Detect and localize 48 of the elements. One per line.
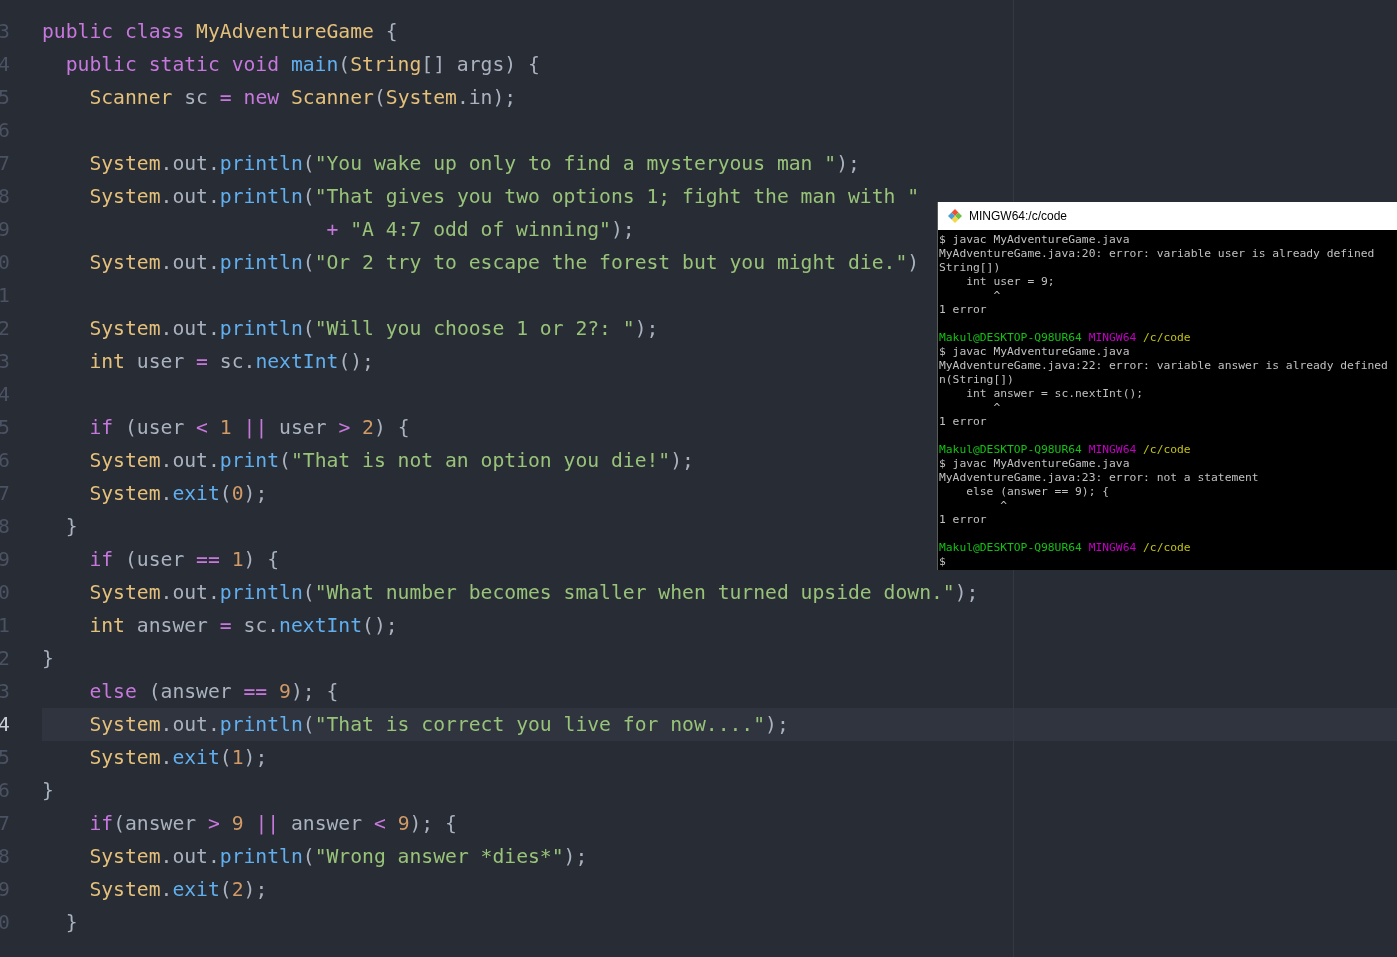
code-line: }	[64, 910, 78, 936]
terminal-line: ^	[992, 289, 1002, 303]
code-line: System.exit(2);	[88, 877, 268, 903]
code-line: System.out.println("What number becomes smaller when turned upside down.");	[88, 580, 979, 606]
terminal-line: 1 error	[939, 415, 988, 429]
code-line: if (user == 1) {	[88, 547, 280, 573]
code-line: System.out.println("Wrong answer *dies*");	[88, 844, 588, 870]
code-line: System.out.print("That is not an option you die!");	[88, 448, 694, 474]
code-line: System.out.println("Or 2 try to escape the forest but you might die.")	[88, 250, 920, 276]
terminal-line: else (answer == 9); {	[965, 485, 1111, 499]
code-line: System.out.println("That gives you two options 1; fight the man with "	[88, 184, 920, 210]
code-line: }	[42, 646, 54, 672]
terminal-line: $	[939, 555, 947, 569]
code-line: System.out.println("Will you choose 1 or 2?: ");	[88, 316, 659, 342]
terminal-prompt: Makul@DESKTOP-Q98UR64 MINGW64 /c/code	[939, 331, 1192, 345]
code-line: Scanner sc = new Scanner(System.in);	[88, 85, 517, 111]
code-line: + "A 4:7 odd of winning");	[325, 217, 635, 243]
code-line: int user = sc.nextInt();	[88, 349, 374, 375]
diamond-logo-icon	[947, 208, 963, 224]
window-title: MINGW64:/c/code	[969, 209, 1068, 223]
code-line: }	[42, 778, 54, 804]
terminal-line: MyAdventureGame.java:20: error: variable user is already defined	[939, 247, 1376, 261]
terminal-line: int user = 9;	[965, 275, 1056, 289]
code-line: }	[64, 514, 78, 540]
terminal-line: MyAdventureGame.java:22: error: variable answer is already defined	[939, 359, 1389, 373]
code-line: System.out.println("You wake up only to find a mysteryous man ");	[88, 151, 860, 177]
terminal-line: int answer = sc.nextInt();	[965, 387, 1145, 401]
code-line: System.out.println("That is correct you live for now....");	[88, 712, 789, 738]
code-line: System.exit(1);	[88, 745, 268, 771]
code-line: System.exit(0);	[88, 481, 268, 507]
terminal-line: ^	[999, 499, 1008, 513]
code-line: else (answer == 9); {	[88, 679, 339, 705]
terminal-line: 1 error	[939, 513, 988, 527]
code-line: int answer = sc.nextInt();	[88, 613, 398, 639]
terminal-line: $ javac MyAdventureGame.java	[939, 345, 1131, 359]
terminal-line: 1 error	[939, 303, 988, 317]
terminal-prompt: Makul@DESKTOP-Q98UR64 MINGW64 /c/code	[939, 541, 1192, 555]
terminal-line: n(String[])	[939, 373, 1015, 387]
terminal-line: String[])	[939, 261, 1002, 275]
code-line: if (user < 1 || user > 2) {	[88, 415, 410, 441]
code-line: public class MyAdventureGame {	[42, 19, 398, 45]
terminal-line: ^	[992, 401, 1002, 415]
code-line: if(answer > 9 || answer < 9); {	[88, 811, 457, 837]
terminal-line: $ javac MyAdventureGame.java	[939, 457, 1131, 471]
terminal-line: MyAdventureGame.java:23: error: not a statement	[939, 471, 1260, 485]
terminal-prompt: Makul@DESKTOP-Q98UR64 MINGW64 /c/code	[939, 443, 1192, 457]
code-line: public static void main(String[] args) {	[64, 52, 540, 78]
terminal-line: $ javac MyAdventureGame.java	[939, 233, 1131, 247]
